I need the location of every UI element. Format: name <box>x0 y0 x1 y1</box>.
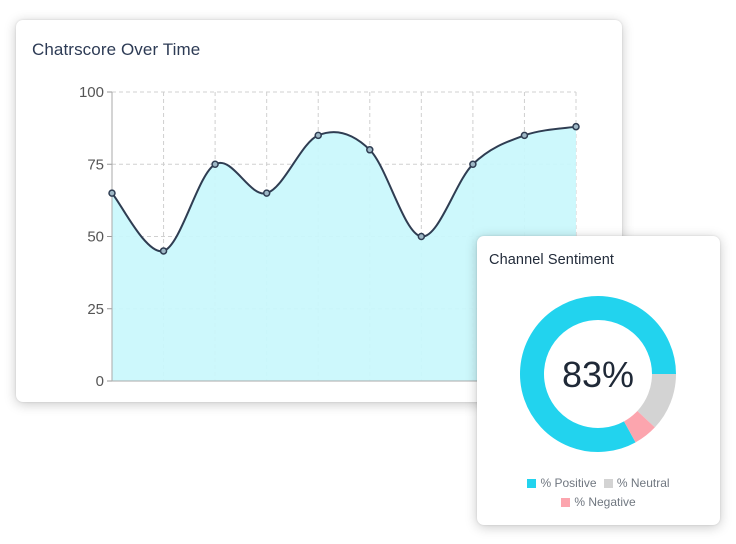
score-point <box>159 247 168 255</box>
score-point <box>417 232 426 241</box>
legend-positive-label: % Positive <box>540 476 597 490</box>
score-point <box>366 146 374 154</box>
sentiment-donut-chart: 83% <box>520 296 676 452</box>
score-point <box>211 160 219 168</box>
y-tick-label: 50 <box>87 229 104 246</box>
positive-swatch <box>527 479 537 488</box>
score-point <box>108 189 116 197</box>
sentiment-center-label: 83% <box>562 354 634 395</box>
legend-neutral-label: % Neutral <box>616 476 670 490</box>
legend-row-1: % Positive % Neutral <box>477 476 720 490</box>
sentiment-legend: % Positive % Neutral % Negative <box>477 476 720 509</box>
score-point <box>262 189 271 197</box>
score-point <box>469 160 477 168</box>
legend-negative-label: % Negative <box>574 495 636 509</box>
neutral-swatch <box>603 479 613 488</box>
legend-negative[interactable]: % Negative <box>561 495 636 509</box>
score-point <box>520 131 529 140</box>
legend-neutral[interactable]: % Neutral <box>603 476 670 490</box>
sentiment-card: Channel Sentiment 83% % Positive % Neutr… <box>477 236 720 525</box>
legend-row-2: % Negative <box>477 495 720 509</box>
negative-swatch <box>561 498 571 507</box>
legend-positive[interactable]: % Positive <box>527 476 597 490</box>
y-tick-label: 25 <box>87 301 104 318</box>
score-point <box>314 131 322 140</box>
score-point <box>572 122 580 131</box>
y-tick-label: 75 <box>87 156 104 173</box>
y-tick-label: 100 <box>79 84 104 101</box>
y-tick-label: 0 <box>96 373 104 390</box>
slice-neutral <box>637 373 676 428</box>
slice-negative <box>623 410 655 443</box>
